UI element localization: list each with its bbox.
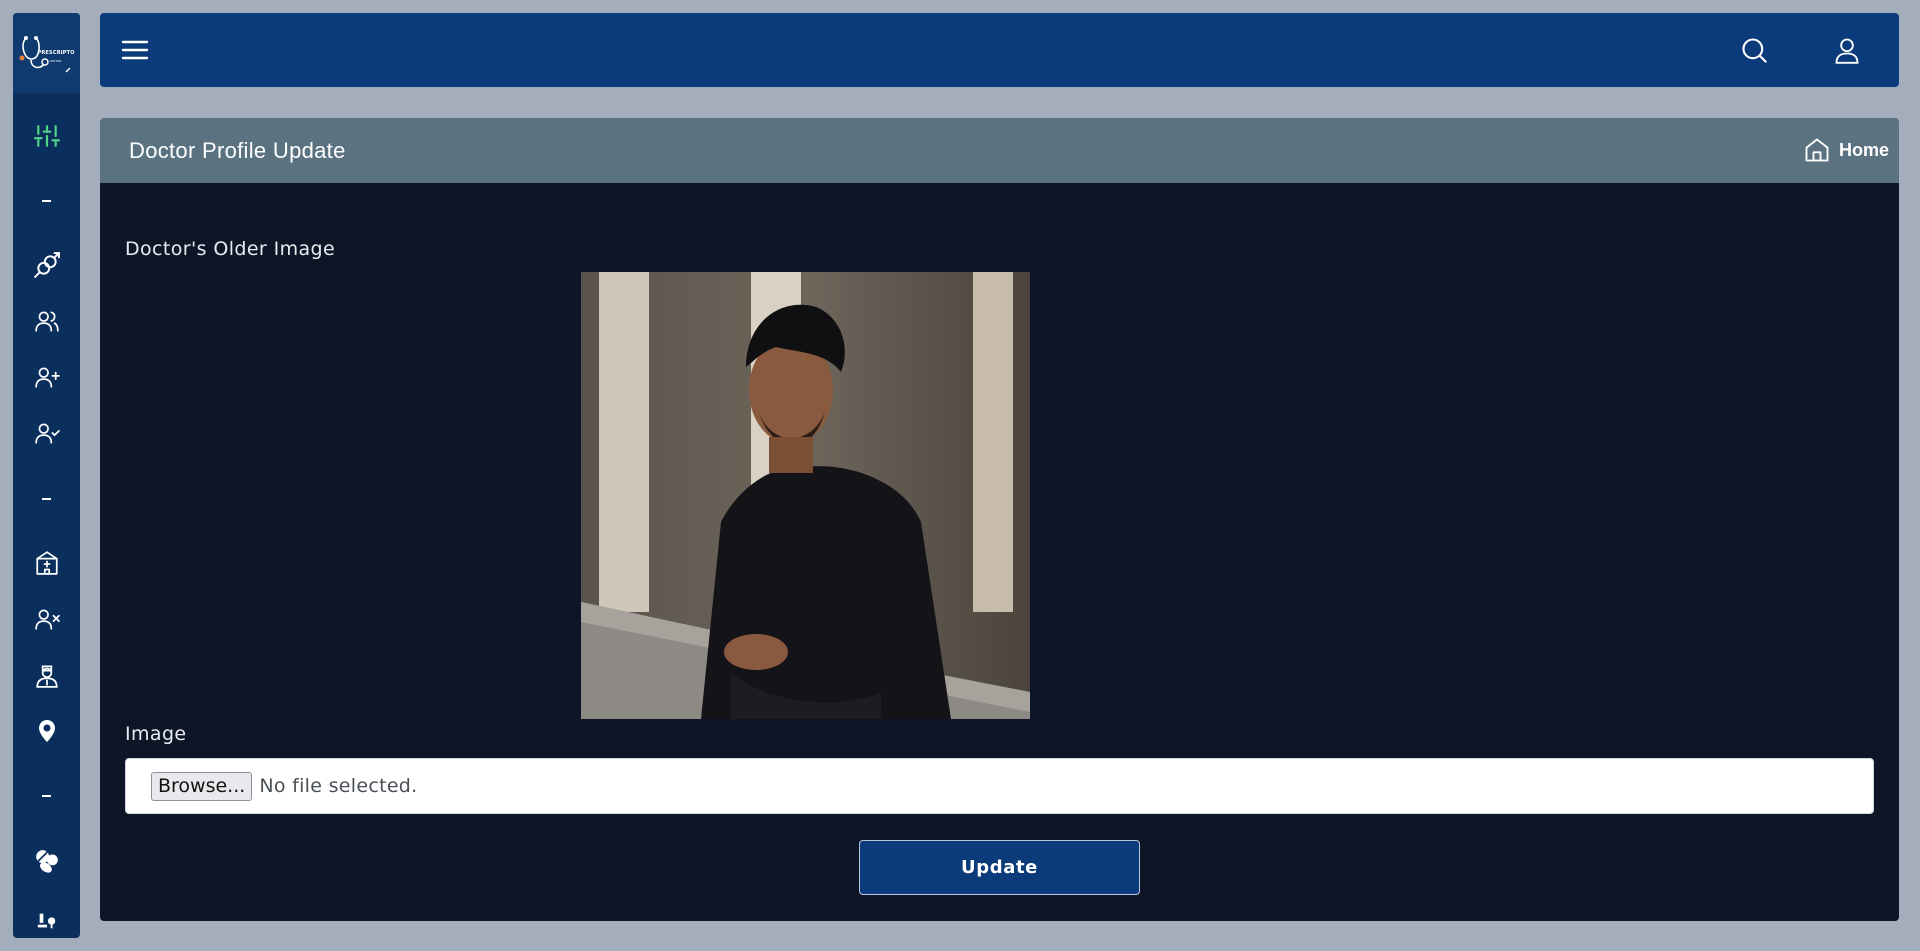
update-button[interactable]: Update — [859, 840, 1140, 895]
sidebar-divider — [13, 489, 80, 509]
sidebar: PRESCRIPTO VISITOR — [13, 13, 80, 938]
sidebar-item-doctors[interactable] — [13, 655, 80, 695]
image-file-input[interactable]: Browse... No file selected. — [125, 758, 1874, 814]
file-status-text: No file selected. — [259, 775, 418, 797]
app-logo[interactable]: PRESCRIPTO VISITOR — [13, 13, 80, 93]
profile-update-card: Doctor's Older Image Image Browse... No … — [100, 183, 1899, 921]
user-plus-icon — [34, 367, 60, 388]
sidebar-item-removed-users[interactable] — [13, 599, 80, 639]
gender-icon — [33, 252, 60, 278]
breadcrumb-home-link[interactable]: Home — [1839, 140, 1889, 161]
sidebar-item-add-user[interactable] — [13, 357, 80, 397]
location-pin-icon — [38, 720, 55, 742]
user-check-icon — [34, 423, 60, 444]
search-icon — [1742, 38, 1767, 63]
stethoscope-logo-icon: PRESCRIPTO VISITOR — [18, 28, 76, 78]
pills-icon — [35, 850, 58, 873]
sidebar-divider — [13, 786, 80, 806]
sidebar-item-medicines[interactable] — [13, 841, 80, 881]
home-icon — [1805, 138, 1829, 162]
sidebar-divider — [13, 191, 80, 211]
browse-button[interactable]: Browse... — [151, 771, 253, 801]
hospital-icon — [35, 551, 58, 575]
user-x-icon — [34, 609, 60, 630]
sliders-icon — [33, 125, 60, 147]
sidebar-item-locations[interactable] — [13, 711, 80, 751]
search-button[interactable] — [1737, 33, 1771, 67]
top-navbar — [100, 13, 1899, 87]
sidebar-item-gender[interactable] — [13, 245, 80, 285]
breadcrumb[interactable]: Home — [1803, 136, 1889, 164]
sidebar-item-lab[interactable] — [13, 906, 80, 936]
older-image-label: Doctor's Older Image — [125, 238, 336, 260]
page-title: Doctor Profile Update — [129, 138, 346, 163]
sidebar-item-dashboard[interactable] — [13, 116, 80, 156]
logo-text: PRESCRIPTO — [37, 50, 75, 56]
menu-toggle-button[interactable] — [119, 34, 151, 66]
medical-icon — [37, 913, 55, 929]
doctor-icon — [35, 665, 58, 688]
sidebar-item-hospital[interactable] — [13, 543, 80, 583]
logo-subtext: VISITOR — [49, 59, 62, 63]
user-icon — [1835, 38, 1859, 64]
doctor-older-image — [581, 272, 1030, 719]
users-icon — [34, 311, 59, 332]
image-label: Image — [125, 723, 187, 745]
sidebar-item-users[interactable] — [13, 301, 80, 341]
page-header: Doctor Profile Update Home — [100, 118, 1899, 183]
sidebar-item-approved-users[interactable] — [13, 413, 80, 453]
hamburger-icon — [121, 40, 149, 60]
user-menu-button[interactable] — [1830, 33, 1864, 67]
